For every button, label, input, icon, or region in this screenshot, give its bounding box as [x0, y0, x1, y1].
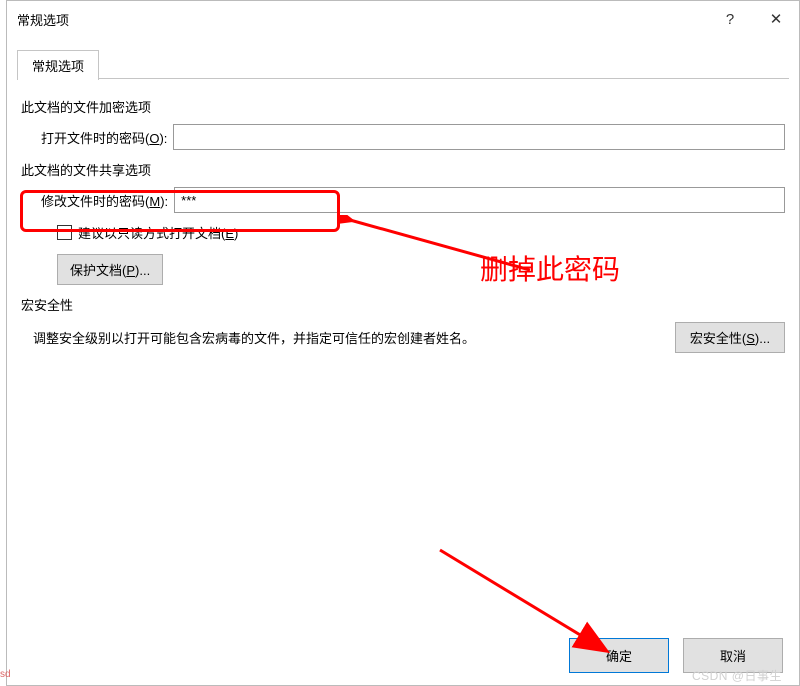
- readonly-checkbox-label: 建议以只读方式打开文档(E): [78, 223, 238, 242]
- label-pre: 建议以只读方式打开文档(: [78, 226, 225, 241]
- close-icon[interactable]: ✕: [753, 1, 799, 37]
- dialog-window: 常规选项 ? ✕ 常规选项 此文档的文件加密选项 打开文件时的密码(O): 此文…: [6, 0, 800, 686]
- help-icon[interactable]: ?: [707, 1, 753, 37]
- dialog-content: 此文档的文件加密选项 打开文件时的密码(O): 此文档的文件共享选项 修改文件时…: [7, 79, 799, 353]
- readonly-checkbox[interactable]: [57, 225, 72, 240]
- section-share-label: 此文档的文件共享选项: [21, 160, 785, 179]
- label-post: ):: [160, 194, 168, 209]
- label-key: P: [126, 263, 135, 278]
- macro-row: 调整安全级别以打开可能包含宏病毒的文件，并指定可信任的宏创建者姓名。 宏安全性(…: [33, 322, 785, 353]
- macro-desc: 调整安全级别以打开可能包含宏病毒的文件，并指定可信任的宏创建者姓名。: [33, 322, 675, 347]
- label-post: )...: [755, 331, 770, 346]
- label-pre: 修改文件时的密码(: [41, 194, 149, 209]
- protect-doc-row: 保护文档(P)...: [57, 254, 785, 285]
- label-post: ): [234, 226, 238, 241]
- label-post: )...: [135, 263, 150, 278]
- open-password-label: 打开文件时的密码(O):: [41, 128, 173, 147]
- label-pre: 保护文档(: [70, 263, 126, 278]
- protect-doc-button[interactable]: 保护文档(P)...: [57, 254, 163, 285]
- modify-password-row: 修改文件时的密码(M):: [41, 187, 785, 213]
- label-key: M: [149, 194, 160, 209]
- label-key: O: [149, 131, 159, 146]
- section-macro-label: 宏安全性: [21, 295, 785, 314]
- open-password-input[interactable]: [173, 124, 785, 150]
- label-key: S: [746, 331, 755, 346]
- sd-label: sd: [0, 669, 11, 680]
- modify-password-input[interactable]: [174, 187, 785, 213]
- label-pre: 宏安全性(: [690, 331, 746, 346]
- tab-strip: 常规选项: [17, 49, 789, 79]
- titlebar: 常规选项 ? ✕: [7, 1, 799, 37]
- label-key: E: [225, 226, 234, 241]
- window-controls: ? ✕: [707, 1, 799, 37]
- ok-button[interactable]: 确定: [569, 638, 669, 673]
- window-title: 常规选项: [17, 10, 69, 29]
- tab-general[interactable]: 常规选项: [17, 50, 99, 80]
- macro-security-button[interactable]: 宏安全性(S)...: [675, 322, 785, 353]
- label-post: ):: [159, 131, 167, 146]
- readonly-checkbox-row[interactable]: 建议以只读方式打开文档(E): [57, 223, 785, 242]
- modify-password-label: 修改文件时的密码(M):: [41, 191, 174, 210]
- section-encrypt-label: 此文档的文件加密选项: [21, 97, 785, 116]
- watermark: CSDN @日事生: [692, 667, 782, 684]
- annotation-delete-pwd: 删掉此密码: [480, 248, 620, 288]
- open-password-row: 打开文件时的密码(O):: [41, 124, 785, 150]
- label-pre: 打开文件时的密码(: [41, 131, 149, 146]
